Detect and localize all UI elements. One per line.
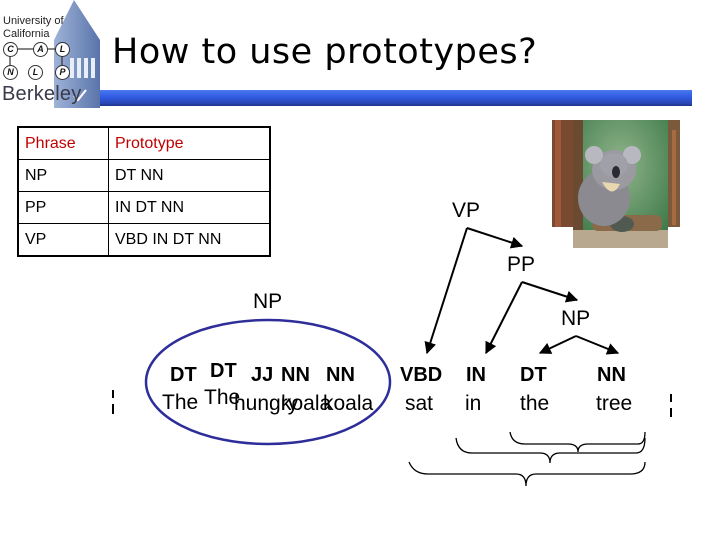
edge-np-nn [575,335,620,355]
edge-pp-np [521,281,579,303]
node-np-left: NP [253,290,283,313]
word-tree: tree [596,392,633,415]
edge-vp-vbd [424,227,468,355]
tag-jj: JJ [251,364,274,386]
node-pp: PP [507,253,536,276]
word-sat: sat [405,392,434,415]
edge-np-dt [538,335,577,354]
node-vp: VP [452,199,481,222]
tag-dt: DT [170,364,197,386]
edge-vp-pp [466,227,524,249]
tag-in: IN [466,364,486,386]
tag-nn: NN [597,364,626,386]
tag-dt: DT [210,360,237,382]
tag-dt: DT [520,364,547,386]
tag-nn: NN [281,364,310,386]
word-in: in [465,392,482,415]
parse-tree-diagram [112,227,672,487]
word-the: The [162,391,199,414]
brace-vp [408,461,646,487]
node-np-right: NP [561,307,591,330]
brace-np [509,431,646,453]
word-koala: koala [323,392,374,415]
tag-vbd: VBD [400,364,443,386]
tag-nn: NN [326,364,355,386]
word-the: the [520,392,550,415]
edge-pp-in [485,281,523,355]
brace-pp [455,437,646,464]
